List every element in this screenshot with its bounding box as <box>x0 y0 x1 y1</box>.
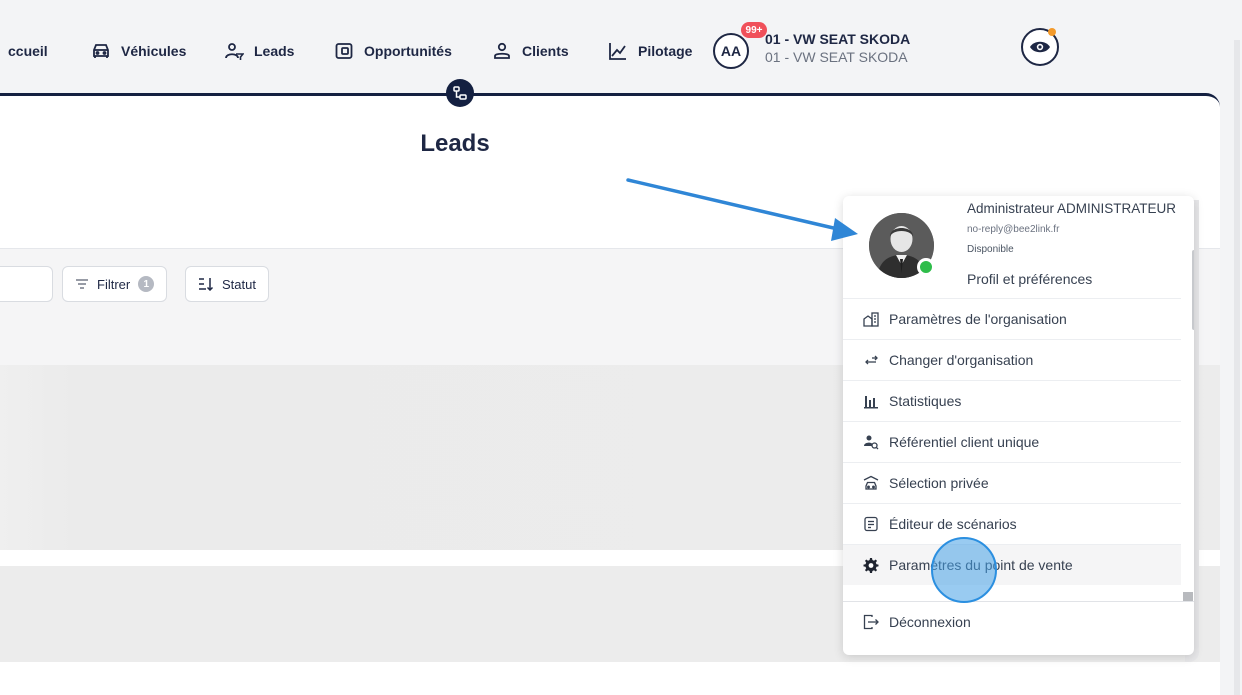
status-indicator-dot <box>1048 28 1056 36</box>
filter-count-badge: 1 <box>138 276 155 292</box>
user-email: no-reply@bee2link.fr <box>967 224 1060 235</box>
menu-item-scenario-editor[interactable]: Éditeur de scénarios <box>843 503 1181 544</box>
organization-subtitle: 01 - VW SEAT SKODA <box>765 49 908 65</box>
menu-item-point-of-sale-settings[interactable]: Paramètres du point de vente <box>843 544 1181 585</box>
nav-item-vehicules[interactable]: Véhicules <box>91 40 186 62</box>
nav-item-label: Pilotage <box>638 43 693 59</box>
menu-item-statistics[interactable]: Statistiques <box>843 380 1181 421</box>
organization-name: 01 - VW SEAT SKODA <box>765 31 911 47</box>
organization-settings-icon <box>863 312 879 327</box>
eye-icon <box>1030 41 1050 53</box>
filter-button[interactable]: Filtrer 1 <box>62 266 168 302</box>
nav-item-label: Clients <box>522 43 569 59</box>
online-status-dot <box>917 258 935 276</box>
user-profile-header: Administrateur ADMINISTRATEUR no-reply@b… <box>843 196 1194 299</box>
page-scrollbar[interactable] <box>1234 40 1240 695</box>
menu-item-label: Sélection privée <box>889 475 989 491</box>
nav-item-label: Opportunités <box>364 43 452 59</box>
gear-icon <box>863 558 879 573</box>
user-name: Administrateur ADMINISTRATEUR <box>967 201 1177 216</box>
nav-item-accueil[interactable]: ccueil <box>8 40 48 62</box>
nav-item-leads[interactable]: Leads <box>224 40 294 62</box>
avatar-initials: AA <box>720 43 742 59</box>
user-status: Disponible <box>967 244 1014 255</box>
logout-icon <box>863 614 879 630</box>
profile-preferences-link[interactable]: Profil et préférences <box>967 271 1092 287</box>
annotation-arrow-icon <box>626 178 858 241</box>
logout-button[interactable]: Déconnexion <box>843 601 1194 642</box>
user-menu-dropdown: Administrateur ADMINISTRATEUR no-reply@b… <box>843 196 1194 655</box>
menu-item-label: Statistiques <box>889 393 962 409</box>
user-icon <box>494 42 510 59</box>
nav-item-label: ccueil <box>8 43 48 59</box>
user-search-icon <box>864 435 879 450</box>
search-input[interactable] <box>0 266 53 302</box>
filter-lines-icon <box>76 279 88 289</box>
nav-item-label: Leads <box>254 43 295 59</box>
menu-item-private-selection[interactable]: Sélection privée <box>843 462 1181 503</box>
menu-item-label: Changer d'organisation <box>889 352 1034 368</box>
menu-item-label: Paramètres de l'organisation <box>889 311 1067 327</box>
sort-icon <box>199 278 214 291</box>
menu-scrollbar-end <box>1183 592 1193 601</box>
organization-selector[interactable]: 01 - VW SEAT SKODA 01 - VW SEAT SKODA <box>765 30 910 66</box>
avatar[interactable]: AA <box>713 33 749 69</box>
hierarchy-icon[interactable] <box>446 79 474 107</box>
menu-item-change-organization[interactable]: Changer d'organisation <box>843 339 1181 380</box>
click-indicator <box>931 537 997 603</box>
nav-item-opportunites[interactable]: Opportunités <box>334 40 452 62</box>
menu-item-label: Référentiel client unique <box>889 434 1040 450</box>
car-icon <box>93 44 109 58</box>
top-navigation: ccueil Véhicules Leads Opportunités Clie… <box>0 0 1232 92</box>
status-label: Statut <box>222 276 256 292</box>
menu-item-organization-settings[interactable]: Paramètres de l'organisation <box>843 298 1181 339</box>
menu-item-label: Éditeur de scénarios <box>889 516 1017 532</box>
user-filter-icon <box>225 43 244 60</box>
filter-label: Filtrer <box>97 276 131 292</box>
menu-item-client-referential[interactable]: Référentiel client unique <box>843 421 1181 462</box>
page-title: Leads <box>420 130 490 157</box>
document-icon <box>864 516 878 532</box>
nav-item-clients[interactable]: Clients <box>492 40 569 62</box>
logout-label: Déconnexion <box>889 614 971 630</box>
notification-badge: 99+ <box>741 22 767 38</box>
private-car-icon <box>863 475 879 490</box>
chart-icon <box>609 43 626 60</box>
menu-scrollbar-thumb[interactable] <box>1192 250 1194 330</box>
switch-arrows-icon <box>865 355 878 365</box>
nav-item-label: Véhicules <box>121 43 187 59</box>
wallet-icon <box>335 43 353 59</box>
bar-chart-icon <box>864 396 878 409</box>
status-sort-button[interactable]: Statut <box>185 266 269 302</box>
nav-item-pilotage[interactable]: Pilotage <box>608 40 692 62</box>
